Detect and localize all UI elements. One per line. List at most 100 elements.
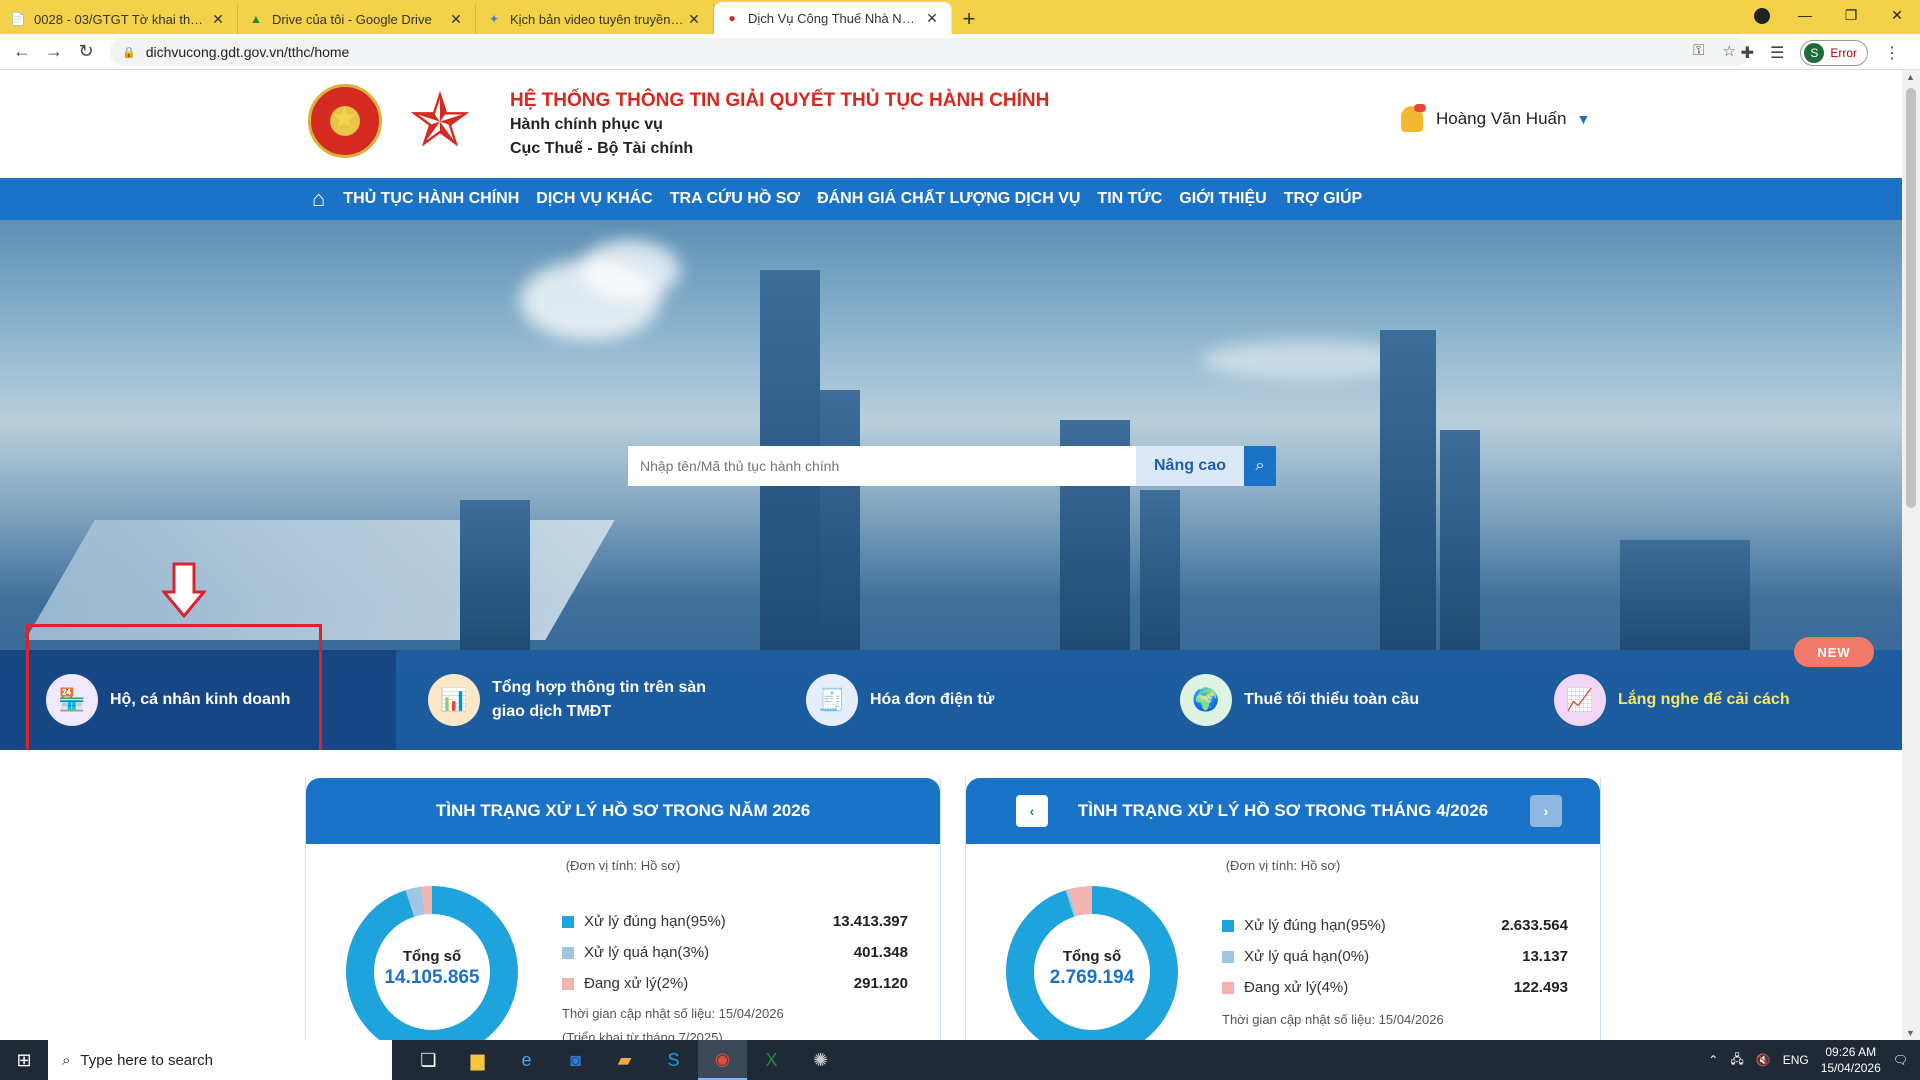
legend-row: Đang xử lý(2%) 291.120 [562, 968, 908, 999]
scrollbar-thumb[interactable] [1906, 88, 1916, 508]
restore-icon[interactable]: ❐ [1828, 7, 1874, 24]
tray-expand-icon[interactable]: ⌃ [1708, 1053, 1718, 1067]
scroll-up-icon[interactable]: ▲ [1906, 72, 1915, 82]
search-icon: ⌕ [62, 1051, 71, 1069]
outlook-icon[interactable]: ◙ [551, 1040, 600, 1080]
hero-building [1440, 430, 1480, 650]
file-explorer-icon[interactable]: ▆ [453, 1040, 502, 1080]
ecommerce-icon: 📊 [428, 674, 480, 726]
taskbar-search-box[interactable]: ⌕ Type here to search [48, 1040, 392, 1080]
key-icon[interactable]: ⚿ [1693, 42, 1704, 60]
windows-start-icon[interactable]: ⊞ [0, 1040, 48, 1080]
new-tab-button[interactable]: + [952, 4, 986, 34]
nav-item-tin-tuc[interactable]: TIN TỨC [1097, 190, 1162, 208]
bookmark-star-icon[interactable]: ☆ [1723, 42, 1736, 60]
invoice-icon: 🧾 [806, 674, 858, 726]
feature-label: Hóa đơn điện tử [870, 691, 995, 708]
hero-building [1380, 330, 1436, 650]
skype-icon[interactable]: S [649, 1040, 698, 1080]
hero-banner: Nâng cao ⌕ 🏪 Hộ, cá nhân kinh doanh 📊 Tổ… [0, 220, 1902, 750]
close-tab-icon[interactable]: ✕ [447, 11, 465, 28]
legend-label: Xử lý quá hạn(3%) [584, 944, 710, 961]
search-icon[interactable]: ⌕ [1244, 446, 1276, 486]
url-field[interactable]: 🔒 dichvucong.gdt.gov.vn/tthc/home ⚿ ☆ [110, 38, 1750, 66]
excel-icon[interactable]: X [747, 1040, 796, 1080]
feature-tmdt[interactable]: 📊 Tổng hợp thông tin trên sàn giao dịch … [428, 650, 748, 750]
system-tray: ⌃ 🖧 🔇 ENG 09:26 AM 15/04/2026 🗨 [1708, 1040, 1920, 1080]
language-indicator[interactable]: ENG [1783, 1053, 1809, 1067]
total-label: Tổng số [402, 948, 462, 965]
legend-row: Xử lý đúng hạn(95%) 2.633.564 [1222, 910, 1568, 941]
total-value: 14.105.865 [384, 967, 480, 988]
forward-icon[interactable]: → [38, 41, 70, 62]
chevron-down-icon[interactable]: ▼ [1576, 111, 1590, 127]
profile-error-button[interactable]: S Error [1800, 40, 1868, 66]
browser-tab-1[interactable]: 📄 0028 - 03/GTGT Tờ khai thuế GTGT ✕ [0, 4, 238, 34]
user-name: Hoàng Văn Huấn [1436, 109, 1567, 128]
down-arrow-annotation [162, 562, 206, 618]
reading-list-icon[interactable]: ☰ [1770, 43, 1784, 63]
task-view-icon[interactable]: ❏ [404, 1040, 453, 1080]
more-menu-icon[interactable]: ⋮ [1884, 43, 1900, 63]
legend-value: 2.633.564 [1501, 917, 1568, 934]
hero-building [1140, 490, 1180, 650]
browser-tab-2[interactable]: ▲ Drive của tôi - Google Drive ✕ [238, 4, 476, 34]
legend-month: Xử lý đúng hạn(95%) 2.633.564 Xử lý quá … [1222, 910, 1568, 1003]
legend-swatch [562, 946, 574, 959]
extensions-icon[interactable]: ✚ [1741, 43, 1754, 63]
new-badge: NEW [1794, 637, 1874, 667]
nav-item-dich-vu-khac[interactable]: DỊCH VỤ KHÁC [536, 190, 652, 208]
unit-label: (Đơn vị tính: Hồ sơ) [565, 858, 681, 873]
profile-menu-icon[interactable] [1754, 8, 1770, 24]
home-icon[interactable]: ⌂ [312, 186, 325, 212]
spreadsheet-icon: 📄 [10, 12, 26, 26]
internet-explorer-icon[interactable]: e [502, 1040, 551, 1080]
page-scrollbar[interactable]: ▲ ▼ [1902, 70, 1920, 1040]
nav-item-gioi-thieu[interactable]: GIỚI THIỆU [1179, 190, 1266, 208]
stats-year-title: TÌNH TRẠNG XỬ LÝ HỒ SƠ TRONG NĂM 2026 [306, 778, 940, 844]
back-icon[interactable]: ← [6, 41, 38, 62]
notification-center-icon[interactable]: 🗨 [1893, 1053, 1908, 1067]
national-emblem-logo[interactable] [308, 84, 382, 158]
profile-avatar: S [1804, 43, 1825, 63]
nav-item-tro-giup[interactable]: TRỢ GIÚP [1284, 190, 1363, 208]
browser-tab-4-active[interactable]: ● Dịch Vụ Công Thuế Nhà Nước ✕ [714, 2, 952, 34]
feature-thue-toi-thieu[interactable]: 🌍 Thuế tối thiểu toàn cầu [1180, 650, 1460, 750]
network-icon[interactable]: 🖧 [1730, 1050, 1743, 1071]
chart-up-icon: 📈 [1554, 674, 1606, 726]
site-subtitle-1: Hành chính phục vụ [510, 116, 663, 133]
feature-hoa-don-dien-tu[interactable]: 🧾 Hóa đơn điện tử [806, 650, 1046, 750]
user-menu[interactable]: Hoàng Văn Huấn ▼ [1398, 102, 1590, 136]
nav-item-tra-cuu[interactable]: TRA CỨU HỒ SƠ [670, 190, 800, 208]
nav-item-danh-gia[interactable]: ĐÁNH GIÁ CHẤT LƯỢNG DỊCH VỤ [817, 190, 1080, 208]
legend-row: Xử lý đúng hạn(95%) 13.413.397 [562, 906, 908, 937]
close-tab-icon[interactable]: ✕ [209, 11, 227, 28]
reload-icon[interactable]: ↻ [70, 41, 102, 62]
legend-label: Xử lý quá hạn(0%) [1244, 948, 1370, 965]
close-tab-icon[interactable]: ✕ [923, 10, 941, 27]
app-icon[interactable]: ▰ [600, 1040, 649, 1080]
tax-star-logo[interactable]: ✯ [404, 82, 476, 160]
chrome-icon[interactable]: ◉ [698, 1040, 747, 1080]
search-input[interactable] [628, 446, 1136, 486]
legend-year: Xử lý đúng hạn(95%) 13.413.397 Xử lý quá… [562, 906, 908, 999]
tab-title: 0028 - 03/GTGT Tờ khai thuế GTGT [34, 11, 209, 27]
notification-bell-icon[interactable] [1398, 102, 1426, 136]
scroll-down-icon[interactable]: ▼ [1906, 1028, 1915, 1038]
close-window-icon[interactable]: ✕ [1874, 7, 1920, 24]
clock[interactable]: 09:26 AM 15/04/2026 [1821, 1044, 1881, 1076]
volume-mute-icon[interactable]: 🔇 [1756, 1053, 1771, 1067]
stats-month-title: TÌNH TRẠNG XỬ LÝ HỒ SƠ TRONG THÁNG 4/202… [1077, 801, 1489, 820]
legend-swatch [562, 977, 574, 990]
nav-item-thu-tuc[interactable]: THỦ TỤC HÀNH CHÍNH [343, 190, 519, 208]
app-icon[interactable]: ✺ [796, 1040, 845, 1080]
total-value: 2.769.194 [1049, 967, 1135, 988]
advanced-search-button[interactable]: Nâng cao [1136, 446, 1244, 486]
close-tab-icon[interactable]: ✕ [685, 11, 703, 28]
browser-tab-3[interactable]: ✦ Kịch bản video tuyên truyền ngắn ✕ [476, 4, 714, 34]
lock-icon[interactable]: 🔒 [122, 46, 136, 59]
prev-month-button[interactable]: ‹ [1016, 795, 1048, 827]
next-month-button[interactable]: › [1530, 795, 1562, 827]
minimize-icon[interactable]: — [1782, 7, 1828, 23]
browser-tab-bar: 📄 0028 - 03/GTGT Tờ khai thuế GTGT ✕ ▲ D… [0, 0, 1920, 34]
